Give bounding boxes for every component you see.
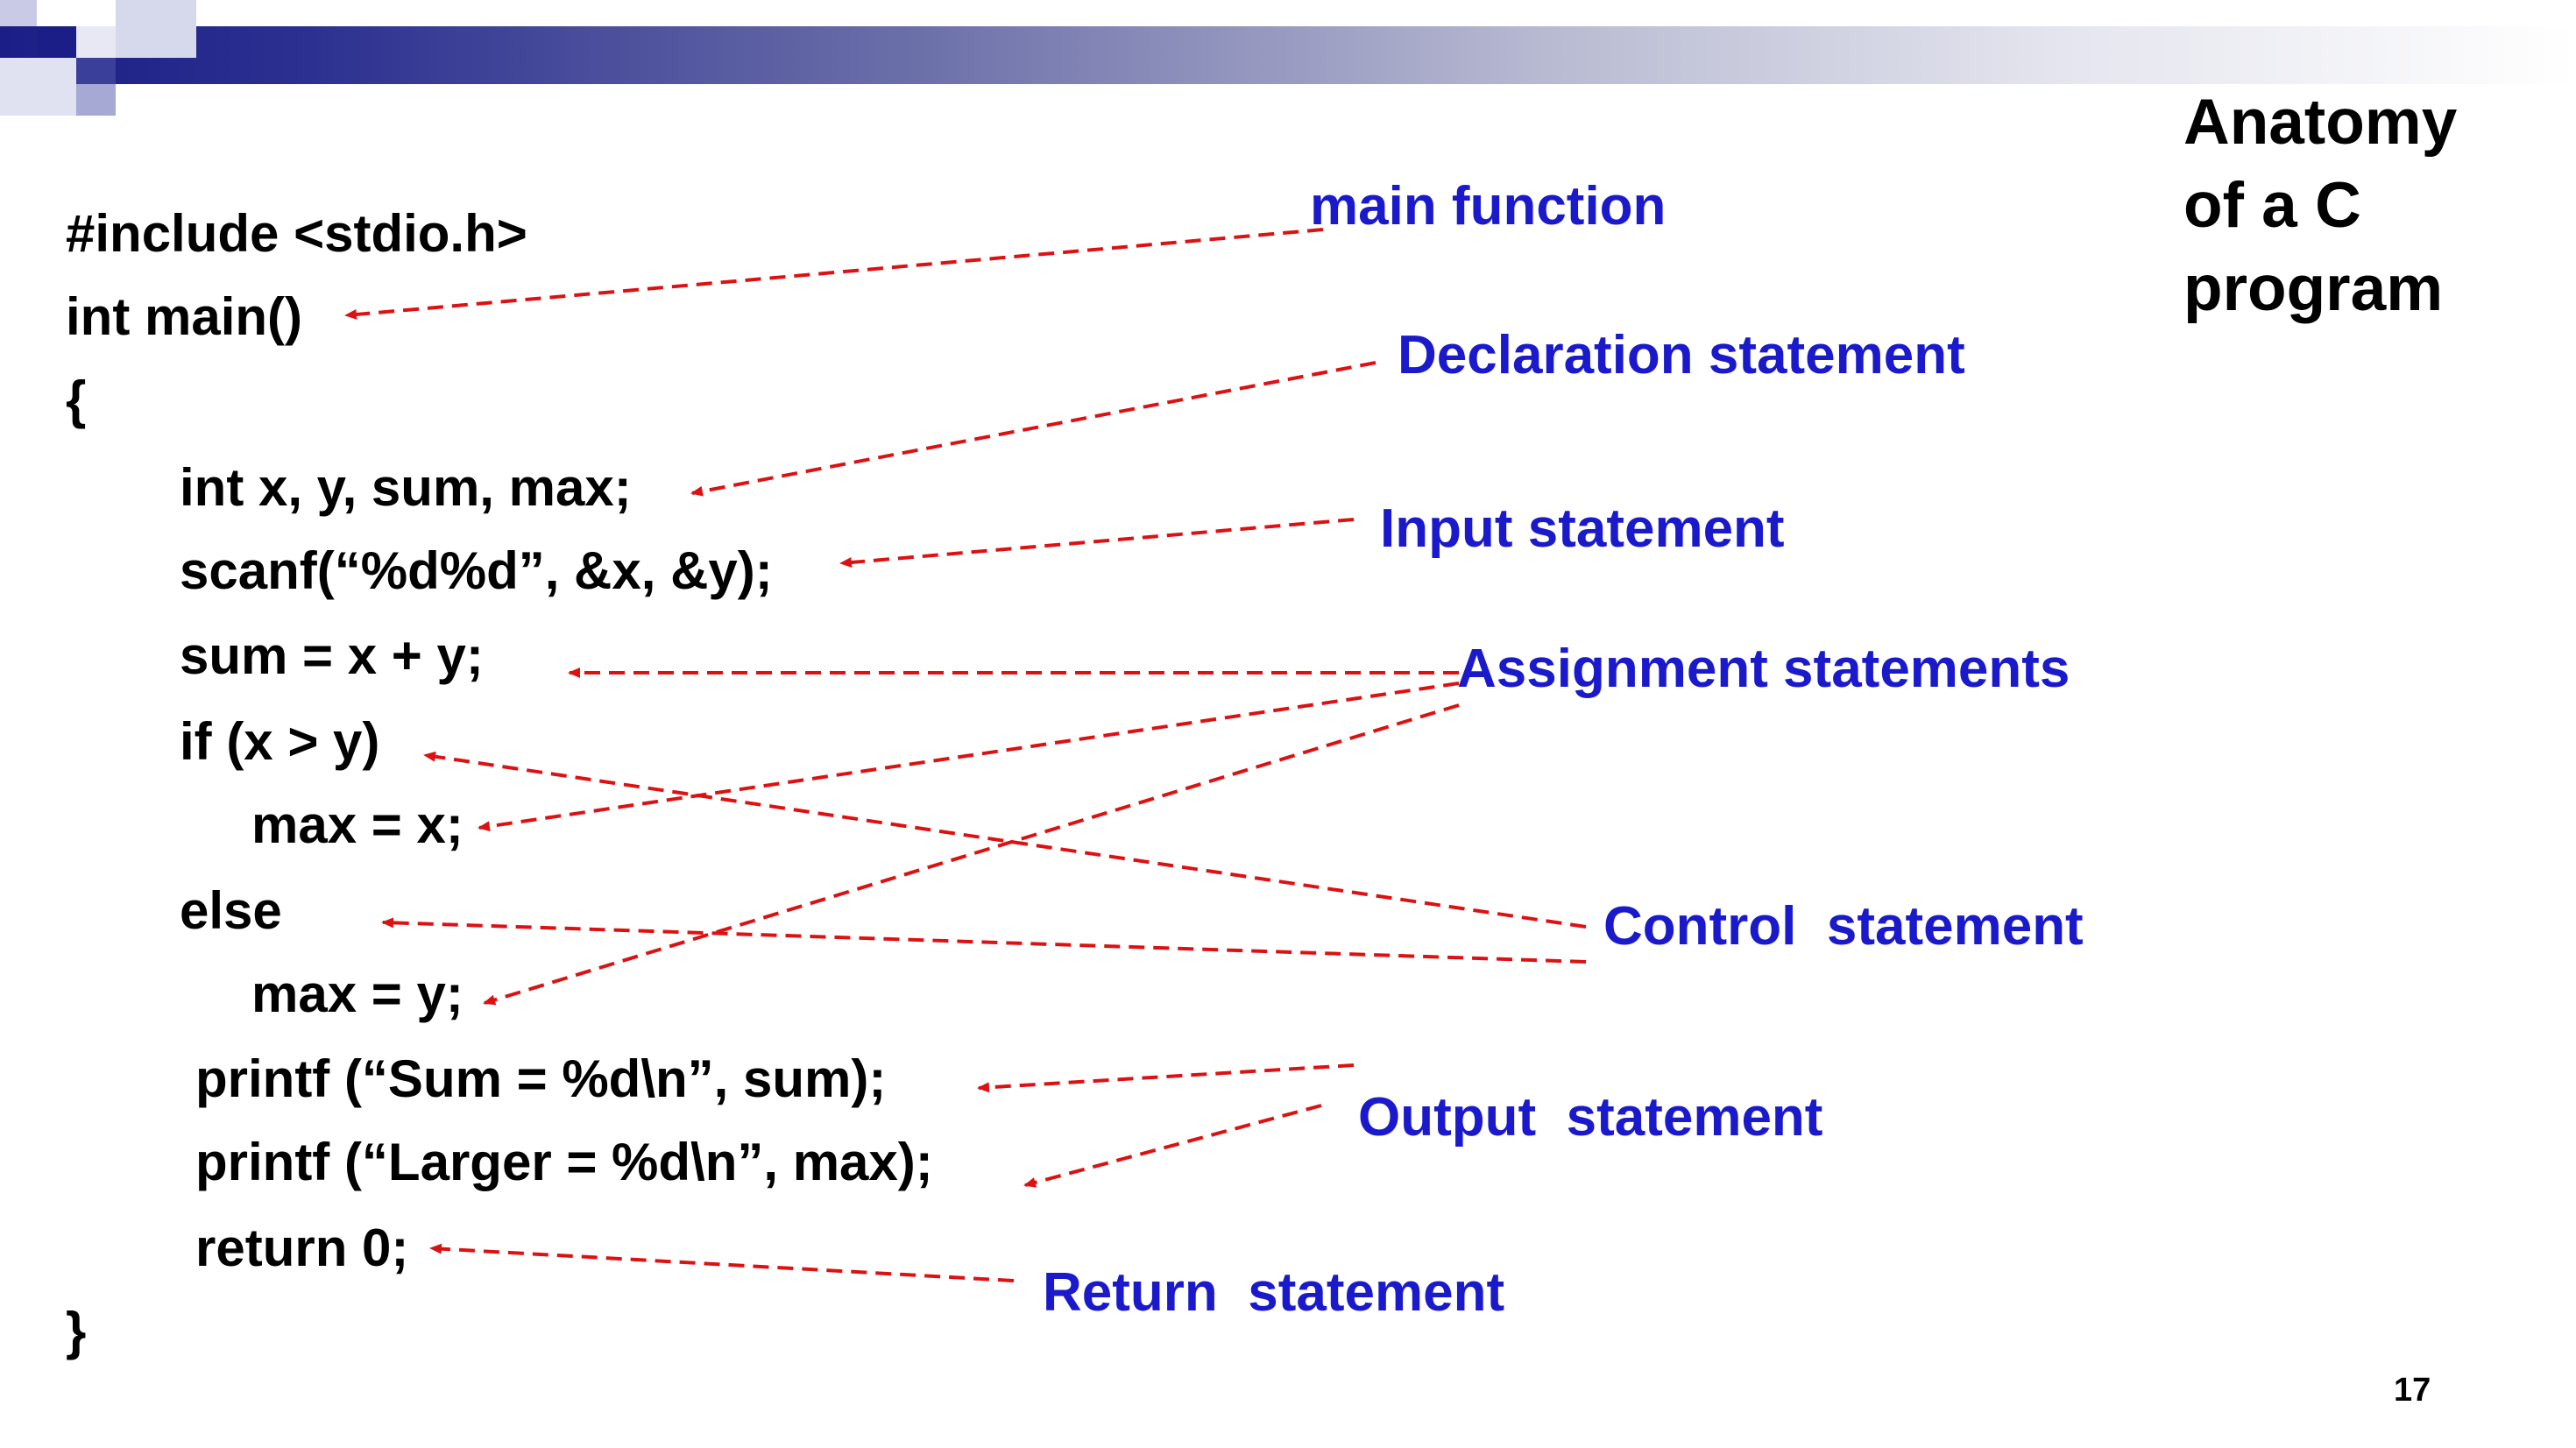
arrow-control-else: [381, 917, 1587, 964]
arrow-declaration: [690, 361, 1376, 497]
arrow-return: [429, 1243, 1015, 1282]
arrow-input: [839, 518, 1355, 568]
page-number: 17: [2394, 1372, 2431, 1409]
slide: Anatomy of a C program #include <stdio.h…: [0, 0, 2576, 1448]
callout-arrows: [344, 228, 1587, 1282]
arrow-output-sum: [977, 1063, 1355, 1093]
arrow-main-function: [344, 228, 1324, 320]
arrow-assignment-max-y: [483, 703, 1460, 1006]
arrow-assignment-max-x: [478, 682, 1460, 832]
arrow-control-if: [423, 751, 1587, 929]
arrow-output-larger: [1023, 1104, 1322, 1188]
